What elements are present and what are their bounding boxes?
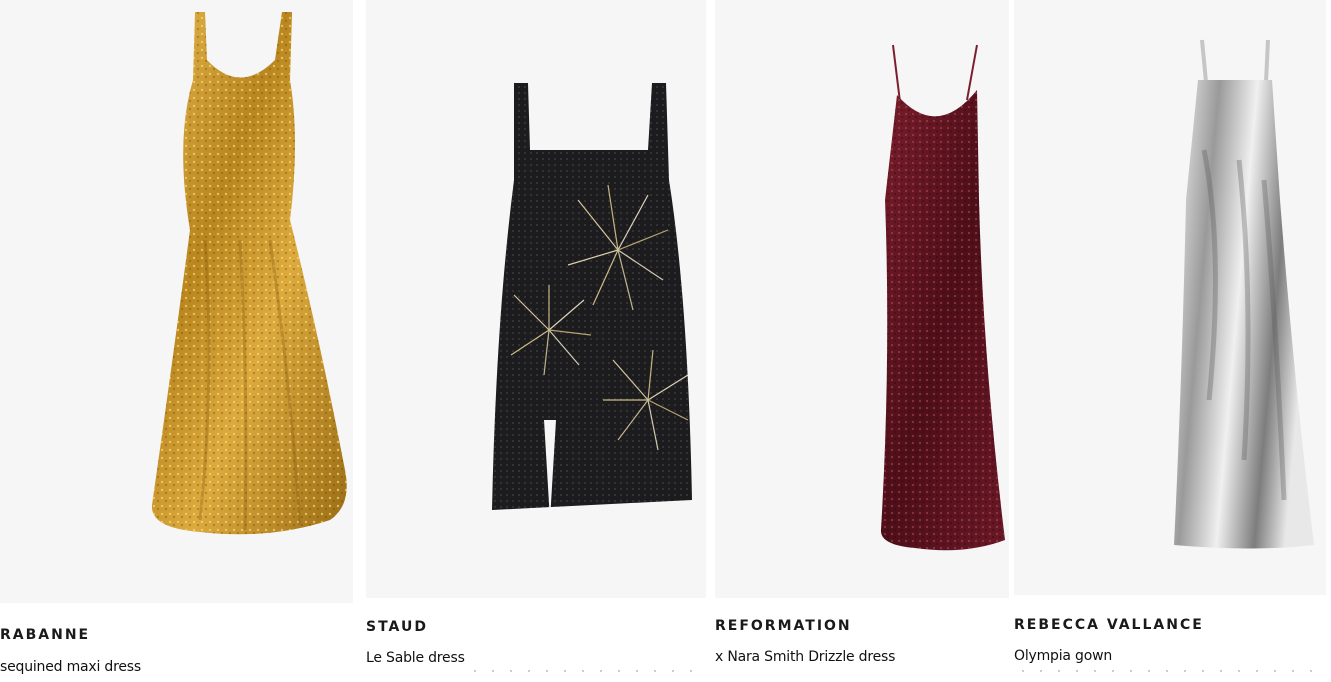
product-card[interactable]: REFORMATION x Nara Smith Drizzle dress <box>715 0 1015 682</box>
gold-sequin-maxi-dress-image <box>151 12 347 535</box>
product-name[interactable]: Olympia gown <box>1014 648 1112 664</box>
product-card[interactable]: STAUD Le Sable dress <box>366 0 708 682</box>
product-image[interactable] <box>0 0 353 603</box>
product-brand[interactable]: RABANNE <box>0 627 90 643</box>
product-brand[interactable]: STAUD <box>366 619 428 635</box>
product-image[interactable] <box>366 0 706 598</box>
product-name[interactable]: Le Sable dress <box>366 650 465 666</box>
product-name[interactable]: x Nara Smith Drizzle dress <box>715 649 895 665</box>
product-name[interactable]: sequined maxi dress <box>0 659 141 675</box>
silver-sequin-gown-image <box>1174 39 1314 549</box>
product-brand[interactable]: REBECCA VALLANCE <box>1014 617 1204 633</box>
product-image[interactable] <box>715 0 1009 598</box>
product-card[interactable]: REBECCA VALLANCE Olympia gown <box>1014 0 1331 682</box>
burgundy-sequin-slip-dress-image <box>880 44 1005 551</box>
divider <box>466 670 702 672</box>
black-embellished-mini-dress-image <box>492 83 692 520</box>
product-image[interactable] <box>1014 0 1326 595</box>
product-brand[interactable]: REFORMATION <box>715 618 852 634</box>
product-card[interactable]: RABANNE sequined maxi dress <box>0 0 360 682</box>
divider <box>1014 670 1314 672</box>
product-grid: RABANNE sequined maxi dress STAUD Le Sab… <box>0 0 1331 682</box>
